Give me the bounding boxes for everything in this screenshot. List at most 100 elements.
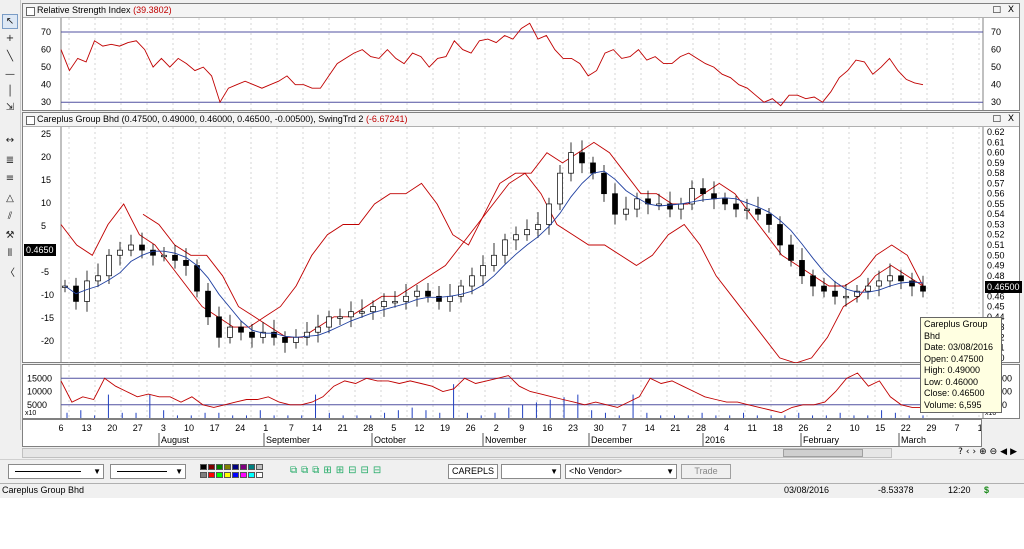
color-swatch[interactable] — [208, 464, 215, 470]
right-price-badge: 0.46500 — [985, 281, 1022, 293]
color-swatch[interactable] — [200, 464, 207, 470]
rsi-tick-left: 70 — [41, 27, 51, 37]
candle-body — [326, 316, 332, 328]
candle-body — [183, 260, 189, 266]
color-swatch[interactable] — [208, 471, 215, 478]
date-tick: 7 — [289, 423, 294, 433]
candle-body — [568, 152, 574, 174]
symbol-field[interactable]: CAREPLS — [448, 464, 498, 479]
tooltip-open: Open: 0.47500 — [924, 353, 984, 364]
crosshair-icon[interactable]: + — [2, 31, 18, 46]
trendline-icon[interactable]: ╲ — [2, 49, 18, 64]
date-tick: 10 — [850, 423, 860, 433]
gann-icon[interactable]: ⫽ — [2, 209, 18, 224]
color-swatch[interactable] — [224, 464, 231, 470]
scrollbar-thumb[interactable] — [783, 449, 863, 457]
candle-body — [744, 208, 750, 211]
color-palette[interactable] — [200, 464, 270, 479]
month-label: November — [485, 435, 527, 445]
date-tick: 15 — [875, 423, 885, 433]
month-label: February — [803, 435, 840, 445]
vendor-select[interactable]: <No Vendor> ▼ — [565, 464, 677, 479]
candle-body — [865, 285, 871, 292]
rsi-tick-right: 60 — [991, 45, 1001, 55]
price-tick-right: 0.56 — [987, 189, 1005, 199]
date-tick: 17 — [210, 423, 220, 433]
candle-body — [205, 290, 211, 318]
candle-body — [139, 244, 145, 251]
date-tick: 9 — [519, 423, 524, 433]
arc-icon[interactable]: 〈 — [2, 264, 18, 279]
symbol-dropdown[interactable]: ▼ — [501, 464, 561, 479]
price-tick-right: 0.57 — [987, 178, 1005, 188]
date-tick: 30 — [594, 423, 604, 433]
date-tick: 2 — [494, 423, 499, 433]
trade-button[interactable]: Trade — [681, 464, 731, 479]
horizontal-scrollbar[interactable] — [22, 448, 892, 458]
candle-body — [425, 290, 431, 297]
volume-pane[interactable]: 1500010000500015000100005000x10x10 — [22, 364, 1020, 419]
tooltip-high: High: 0.49000 — [924, 365, 981, 375]
price-tick-right: 0.53 — [987, 219, 1005, 229]
color-swatch[interactable] — [216, 471, 223, 478]
date-tick: 2 — [826, 423, 831, 433]
candle-body — [403, 295, 409, 302]
volume-chart: 1500010000500015000100005000x10x10 — [25, 365, 1012, 418]
rsi-window-buttons[interactable]: □ X — [992, 4, 1016, 17]
color-swatch[interactable] — [224, 471, 231, 478]
rsi-tick-right: 70 — [991, 27, 1001, 37]
candle-body — [392, 301, 398, 304]
color-swatch[interactable] — [240, 471, 247, 478]
price-window-buttons[interactable]: □ X — [992, 113, 1016, 126]
volume-tick-left: 10000 — [27, 387, 52, 397]
rsi-tick-left: 40 — [41, 80, 51, 90]
status-date: 03/08/2016 — [784, 485, 830, 495]
rsi-pane[interactable]: Relative Strength Index (39.3802) □ X 70… — [22, 3, 1020, 111]
color-swatch[interactable] — [248, 471, 255, 478]
date-tick: 5 — [391, 423, 396, 433]
color-swatch[interactable] — [232, 464, 239, 470]
date-tick: 1 — [263, 423, 268, 433]
price-tick-right: 0.50 — [987, 250, 1005, 260]
color-swatch[interactable] — [256, 464, 263, 470]
candle-body — [172, 254, 178, 261]
date-tick: 14 — [978, 423, 981, 433]
lines-icon[interactable]: ⦀ — [2, 246, 18, 261]
chevron-down-icon: ▼ — [666, 467, 674, 476]
swing-value: (-6.67241) — [365, 114, 408, 124]
rsi-value: (39.3802) — [133, 5, 172, 15]
left-price-badge: 0.4650 — [24, 244, 56, 256]
color-swatch[interactable] — [256, 471, 263, 478]
line-style-select[interactable]: ▼ — [8, 464, 104, 479]
month-label: 2016 — [705, 435, 725, 445]
month-label: March — [901, 435, 926, 445]
zoom-icon[interactable]: ⇲ — [2, 100, 18, 115]
date-tick: 16 — [542, 423, 552, 433]
navigation-icons[interactable]: ?‹›⊕⊖◀▶ — [958, 447, 1020, 457]
horizontal-line-icon[interactable]: — — [2, 67, 18, 82]
price-pane[interactable]: Careplus Group Bhd (0.47500, 0.49000, 0.… — [22, 112, 1022, 363]
month-label: August — [161, 435, 190, 445]
split-icon[interactable]: ↔ — [2, 133, 18, 148]
bars-icon[interactable]: ≣ — [2, 153, 18, 168]
date-tick: 28 — [696, 423, 706, 433]
color-swatch[interactable] — [216, 464, 223, 470]
select-arrow-icon[interactable]: ↖ — [2, 14, 18, 29]
swing-tick-left: 15 — [41, 175, 51, 185]
color-swatch[interactable] — [232, 471, 239, 478]
line-width-select[interactable]: ▼ — [110, 464, 186, 479]
candle-body — [634, 198, 640, 210]
date-axis: 6 13 20 27 3 10 17 24 1 7 14 21 28 5 12 19 26 2 9 16 23 30 7 14… — [22, 419, 1013, 447]
bars-icon[interactable]: ≡ — [2, 171, 18, 186]
candle-body — [579, 152, 585, 164]
chart-action-icons[interactable]: ⧉⧉⧉⊞⊞⊟⊟⊟ — [290, 465, 385, 476]
fibonacci-icon[interactable]: △ — [2, 191, 18, 206]
tools-icon[interactable]: ⚒ — [2, 228, 18, 243]
price-tick-right: 0.51 — [987, 240, 1005, 250]
price-tick-right: 0.49 — [987, 261, 1005, 271]
color-swatch[interactable] — [240, 464, 247, 470]
color-swatch[interactable] — [248, 464, 255, 470]
candle-body — [95, 275, 101, 282]
color-swatch[interactable] — [200, 471, 207, 478]
vertical-line-icon[interactable]: │ — [2, 84, 18, 99]
